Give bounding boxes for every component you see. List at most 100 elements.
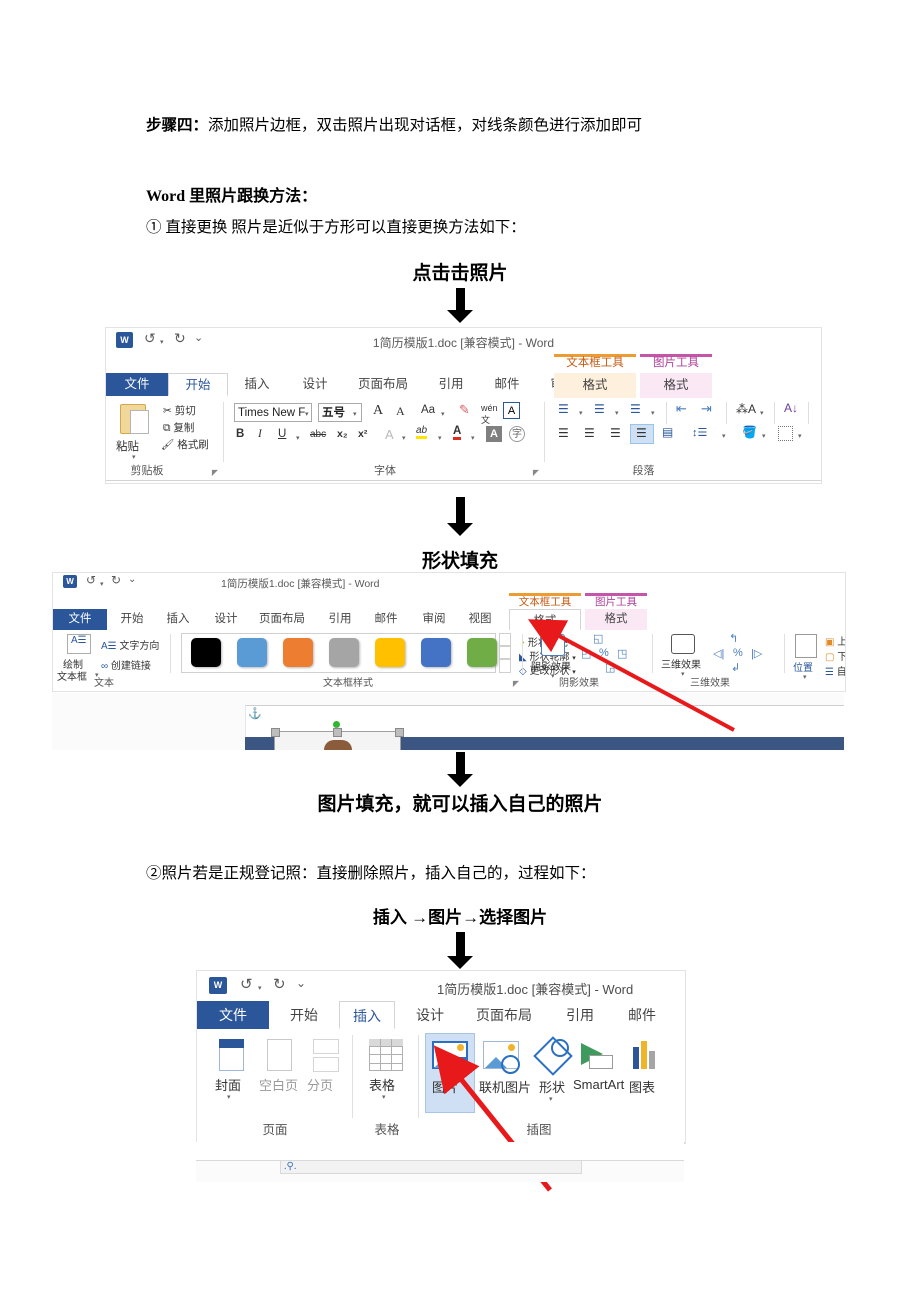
- numbering-icon[interactable]: ☰: [594, 402, 605, 416]
- subscript-icon[interactable]: x₂: [337, 428, 348, 440]
- font-size-caret-icon[interactable]: ▾: [353, 410, 357, 418]
- tab-references[interactable]: 引用: [553, 1001, 607, 1029]
- phonetic-guide-icon[interactable]: wén 文: [481, 403, 498, 426]
- style-swatch-green[interactable]: [467, 638, 497, 667]
- shadow-toggle-icon[interactable]: %: [599, 647, 609, 659]
- undo-caret-icon[interactable]: ▾: [100, 580, 104, 588]
- enclose-character-icon[interactable]: 字: [509, 426, 525, 442]
- tab-picture-format[interactable]: 格式: [640, 373, 712, 398]
- tab-home[interactable]: 开始: [277, 1001, 331, 1029]
- position-caret-icon[interactable]: ▾: [803, 673, 807, 681]
- chart-label[interactable]: 图表: [629, 1077, 655, 1096]
- bring-forward-button[interactable]: ▣ 上移: [825, 633, 845, 648]
- align-left-icon[interactable]: ☰: [558, 426, 569, 440]
- tab-design[interactable]: 设计: [205, 609, 247, 630]
- multilevel-list-icon[interactable]: ☰: [630, 402, 641, 416]
- tab-home[interactable]: 开始: [168, 373, 228, 396]
- style-swatch-yellow[interactable]: [375, 638, 405, 667]
- customize-qat-icon[interactable]: ⌄: [128, 574, 136, 585]
- tab-page-layout[interactable]: 页面布局: [348, 373, 418, 396]
- smartart-label[interactable]: SmartArt: [573, 1077, 624, 1092]
- threed-effects-icon[interactable]: [671, 634, 695, 654]
- superscript-icon[interactable]: x²: [358, 428, 367, 440]
- tab-mailings[interactable]: 邮件: [484, 373, 530, 396]
- shadow-nudge-down-icon[interactable]: ◲: [605, 661, 615, 674]
- blank-page-label[interactable]: 空白页: [259, 1075, 298, 1094]
- tab-design[interactable]: 设计: [403, 1001, 457, 1029]
- tab-page-layout[interactable]: 页面布局: [251, 609, 313, 630]
- tab-page-layout[interactable]: 页面布局: [463, 1001, 545, 1029]
- threed-effects-label[interactable]: 三维效果: [661, 656, 701, 671]
- threed-toggle-icon[interactable]: %: [733, 647, 743, 659]
- page-break-icon-top[interactable]: [313, 1039, 339, 1054]
- clear-formatting-icon[interactable]: ✎: [459, 402, 470, 418]
- tab-design[interactable]: 设计: [292, 373, 338, 396]
- character-shading-icon[interactable]: A: [486, 426, 502, 442]
- decrease-indent-icon[interactable]: ⇤: [676, 401, 687, 417]
- shadow-nudge-up-icon[interactable]: ◱: [593, 632, 603, 645]
- asian-layout-icon[interactable]: ⁂A: [736, 402, 756, 416]
- shadow-effects-label[interactable]: 阴影效果: [531, 658, 571, 673]
- multilevel-list-caret-icon[interactable]: ▾: [651, 409, 655, 417]
- borders-icon[interactable]: [778, 426, 793, 441]
- tab-insert[interactable]: 插入: [234, 373, 280, 396]
- line-spacing-caret-icon[interactable]: ▾: [722, 432, 726, 440]
- redo-icon[interactable]: ↻: [273, 975, 286, 993]
- tab-references[interactable]: 引用: [319, 609, 361, 630]
- style-swatch-blue[interactable]: [421, 638, 451, 667]
- style-swatch-lightblue[interactable]: [237, 638, 267, 667]
- increase-indent-icon[interactable]: ⇥: [701, 401, 712, 417]
- cover-page-caret-icon[interactable]: ▾: [227, 1093, 231, 1101]
- format-painter-button[interactable]: 🖌 格式刷: [161, 437, 209, 452]
- font-color-icon[interactable]: A: [453, 425, 462, 440]
- resize-handle-left[interactable]: [271, 728, 280, 737]
- position-icon[interactable]: [795, 634, 817, 658]
- distributed-align-icon[interactable]: ▤: [662, 425, 673, 439]
- position-label[interactable]: 位置: [793, 659, 813, 674]
- bullets-icon[interactable]: ☰: [558, 402, 569, 416]
- create-link-button[interactable]: ∞ 创建链接: [101, 657, 151, 672]
- table-caret-icon[interactable]: ▾: [382, 1093, 386, 1101]
- shading-icon[interactable]: 🪣: [742, 425, 757, 439]
- paste-caret-icon[interactable]: ▾: [132, 453, 136, 461]
- underline-icon[interactable]: U: [278, 428, 286, 440]
- online-picture-label[interactable]: 联机图片: [479, 1077, 531, 1096]
- wrap-text-button[interactable]: ☰ 自动: [825, 663, 845, 678]
- gallery-scroll-up[interactable]: [499, 633, 511, 646]
- italic-icon[interactable]: I: [258, 428, 262, 440]
- text-effects-icon[interactable]: A: [385, 427, 394, 442]
- shadow-nudge-left-icon[interactable]: ◰: [581, 647, 591, 660]
- highlight-caret-icon[interactable]: ▾: [438, 434, 442, 442]
- font-name-caret-icon[interactable]: ▾: [305, 410, 309, 418]
- sort-icon[interactable]: A↓: [784, 401, 798, 415]
- bullets-caret-icon[interactable]: ▾: [579, 409, 583, 417]
- gallery-scroll-down[interactable]: [499, 646, 511, 659]
- text-effects-caret-icon[interactable]: ▾: [402, 434, 406, 442]
- chart-icon-bar1[interactable]: [633, 1047, 639, 1069]
- cover-page-label[interactable]: 封面: [215, 1075, 241, 1094]
- copy-button[interactable]: ⧉ 复制: [163, 420, 194, 435]
- undo-icon[interactable]: ↺: [86, 573, 96, 587]
- paste-button-label[interactable]: 粘贴: [116, 438, 139, 454]
- tilt-left-icon[interactable]: ◁|: [713, 647, 724, 660]
- picture-label[interactable]: 图片: [432, 1077, 458, 1096]
- shadow-nudge-right-icon[interactable]: ◳: [617, 647, 627, 660]
- send-backward-button[interactable]: ▢ 下移: [825, 648, 845, 663]
- line-spacing-icon[interactable]: ↕☰: [692, 426, 707, 439]
- tab-mailings[interactable]: 邮件: [615, 1001, 669, 1029]
- shadow-effects-icon[interactable]: [541, 634, 565, 656]
- bold-icon[interactable]: B: [236, 428, 244, 440]
- underline-caret-icon[interactable]: ▾: [296, 434, 300, 442]
- shading-caret-icon[interactable]: ▾: [762, 432, 766, 440]
- tilt-up-icon[interactable]: ↰: [729, 632, 738, 645]
- grow-font-icon[interactable]: A: [373, 403, 383, 419]
- tab-picture-format[interactable]: 格式: [585, 609, 647, 630]
- shapes-label[interactable]: 形状: [539, 1077, 565, 1096]
- change-case-caret-icon[interactable]: ▾: [441, 410, 445, 418]
- align-center-icon[interactable]: ☰: [584, 426, 595, 440]
- clipboard-dialog-launcher-icon[interactable]: ◤: [212, 468, 218, 477]
- shapes-caret-icon[interactable]: ▾: [549, 1095, 553, 1103]
- tab-mailings[interactable]: 邮件: [365, 609, 407, 630]
- character-border-icon[interactable]: A: [503, 402, 520, 419]
- tab-home[interactable]: 开始: [111, 609, 153, 630]
